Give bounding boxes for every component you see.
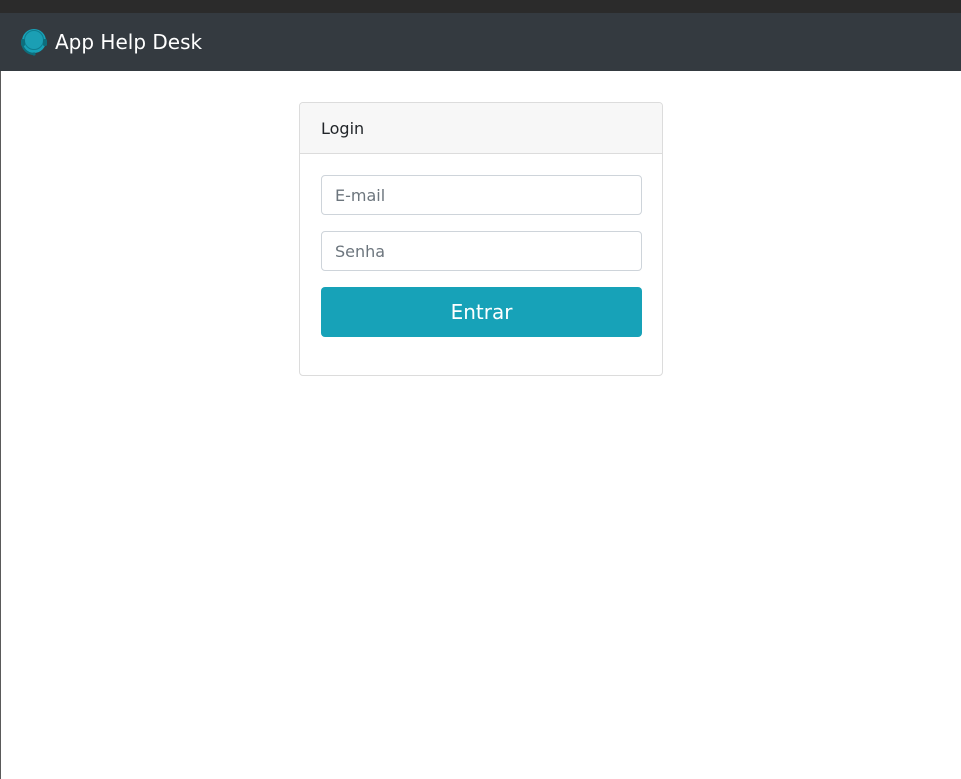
login-card-header: Login (300, 103, 662, 154)
email-field[interactable] (321, 175, 642, 215)
password-field[interactable] (321, 231, 642, 271)
navbar: App Help Desk (0, 13, 961, 71)
login-card: Login Entrar (299, 102, 663, 376)
brand-title: App Help Desk (55, 30, 203, 54)
browser-top-strip (0, 0, 961, 13)
login-submit-button[interactable]: Entrar (321, 287, 642, 337)
login-form: Entrar (300, 154, 662, 337)
headset-icon (19, 27, 49, 57)
navbar-brand[interactable]: App Help Desk (19, 27, 202, 57)
window-left-edge (0, 71, 1, 779)
